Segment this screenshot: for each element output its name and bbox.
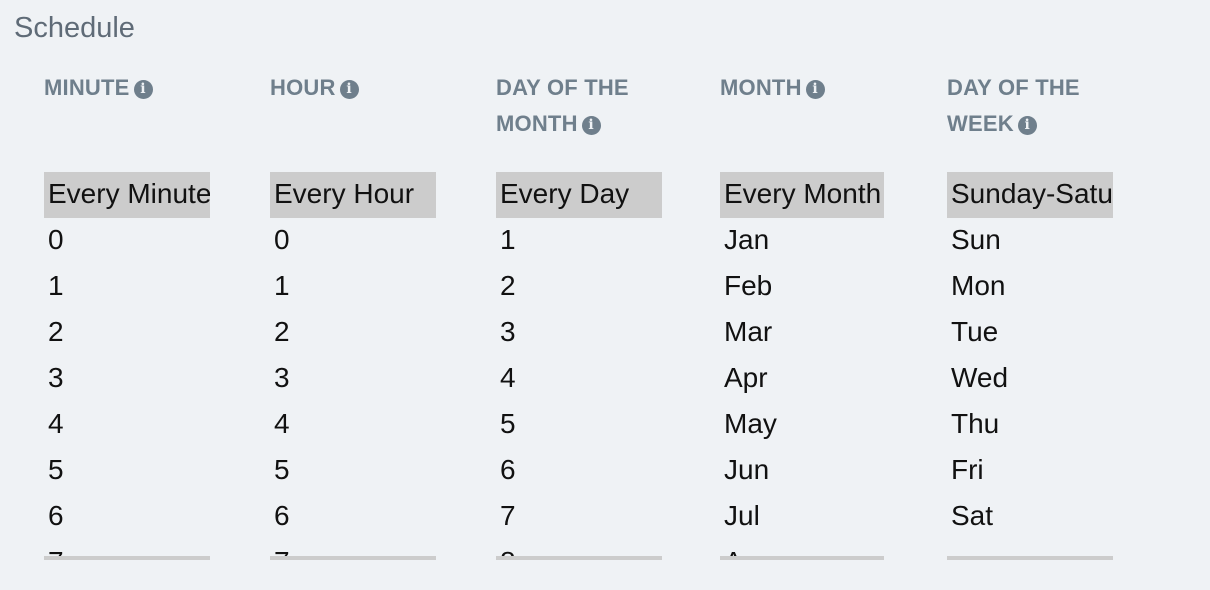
info-icon[interactable]: i xyxy=(805,80,825,99)
minute-option[interactable]: 7 xyxy=(44,540,210,556)
hour-option[interactable]: 7 xyxy=(270,540,436,556)
month-option[interactable]: Feb xyxy=(720,264,884,310)
day-of-month-option[interactable]: 4 xyxy=(496,356,662,402)
hour-option[interactable]: 0 xyxy=(270,218,436,264)
day-of-week-option-every[interactable]: Sunday-Saturday xyxy=(947,172,1113,218)
day-of-month-option[interactable]: 1 xyxy=(496,218,662,264)
month-label: MONTH i xyxy=(720,70,900,106)
day-of-month-option[interactable]: 5 xyxy=(496,402,662,448)
day-of-week-label: DAY OF THE WEEK i xyxy=(947,70,1097,142)
day-of-week-option[interactable]: Mon xyxy=(947,264,1113,310)
hour-label-text: HOUR xyxy=(270,75,336,100)
minute-option[interactable]: 3 xyxy=(44,356,210,402)
hour-label: HOUR i xyxy=(270,70,450,106)
day-of-month-option[interactable]: 6 xyxy=(496,448,662,494)
hour-option[interactable]: 1 xyxy=(270,264,436,310)
day-of-month-option[interactable]: 2 xyxy=(496,264,662,310)
minute-select[interactable]: Every Minute 0 1 2 3 4 5 6 7 xyxy=(44,172,210,560)
day-of-month-option[interactable]: 3 xyxy=(496,310,662,356)
minute-option[interactable]: 5 xyxy=(44,448,210,494)
day-of-week-option[interactable]: Sun xyxy=(947,218,1113,264)
hour-option[interactable]: 2 xyxy=(270,310,436,356)
minute-label: MINUTE i xyxy=(44,70,224,106)
month-option[interactable]: Aug xyxy=(720,540,884,556)
hour-select[interactable]: Every Hour 0 1 2 3 4 5 6 7 xyxy=(270,172,436,560)
day-of-month-label: DAY OF THE MONTH i xyxy=(496,70,646,142)
minute-label-text: MINUTE xyxy=(44,75,130,100)
month-option[interactable]: Jul xyxy=(720,494,884,540)
minute-option[interactable]: 1 xyxy=(44,264,210,310)
day-of-week-label-text: DAY OF THE WEEK xyxy=(947,75,1080,136)
month-select[interactable]: Every Month Jan Feb Mar Apr May Jun Jul … xyxy=(720,172,884,560)
month-option[interactable]: Jun xyxy=(720,448,884,494)
minute-option[interactable]: 0 xyxy=(44,218,210,264)
day-of-month-option-every[interactable]: Every Day xyxy=(496,172,662,218)
info-icon[interactable]: i xyxy=(581,116,601,135)
day-of-week-option[interactable]: Thu xyxy=(947,402,1113,448)
day-of-week-option[interactable]: Sat xyxy=(947,494,1113,540)
info-icon[interactable]: i xyxy=(133,80,153,99)
day-of-month-label-text: DAY OF THE MONTH xyxy=(496,75,629,136)
info-icon[interactable]: i xyxy=(1017,116,1037,135)
minute-option-every[interactable]: Every Minute xyxy=(44,172,210,218)
hour-option[interactable]: 6 xyxy=(270,494,436,540)
month-option[interactable]: Mar xyxy=(720,310,884,356)
month-option[interactable]: May xyxy=(720,402,884,448)
day-of-week-option[interactable]: Fri xyxy=(947,448,1113,494)
month-option[interactable]: Apr xyxy=(720,356,884,402)
day-of-month-select[interactable]: Every Day 1 2 3 4 5 6 7 8 xyxy=(496,172,662,560)
hour-option[interactable]: 4 xyxy=(270,402,436,448)
day-of-month-option[interactable]: 8 xyxy=(496,540,662,556)
info-icon[interactable]: i xyxy=(339,80,359,99)
hour-option-every[interactable]: Every Hour xyxy=(270,172,436,218)
day-of-week-select[interactable]: Sunday-Saturday Sun Mon Tue Wed Thu Fri … xyxy=(947,172,1113,560)
day-of-week-option[interactable]: Tue xyxy=(947,310,1113,356)
hour-option[interactable]: 5 xyxy=(270,448,436,494)
day-of-month-option[interactable]: 7 xyxy=(496,494,662,540)
month-label-text: MONTH xyxy=(720,75,802,100)
month-option-every[interactable]: Every Month xyxy=(720,172,884,218)
hour-option[interactable]: 3 xyxy=(270,356,436,402)
minute-option[interactable]: 6 xyxy=(44,494,210,540)
minute-option[interactable]: 2 xyxy=(44,310,210,356)
section-title: Schedule xyxy=(14,12,135,44)
month-option[interactable]: Jan xyxy=(720,218,884,264)
day-of-week-option[interactable]: Wed xyxy=(947,356,1113,402)
minute-option[interactable]: 4 xyxy=(44,402,210,448)
